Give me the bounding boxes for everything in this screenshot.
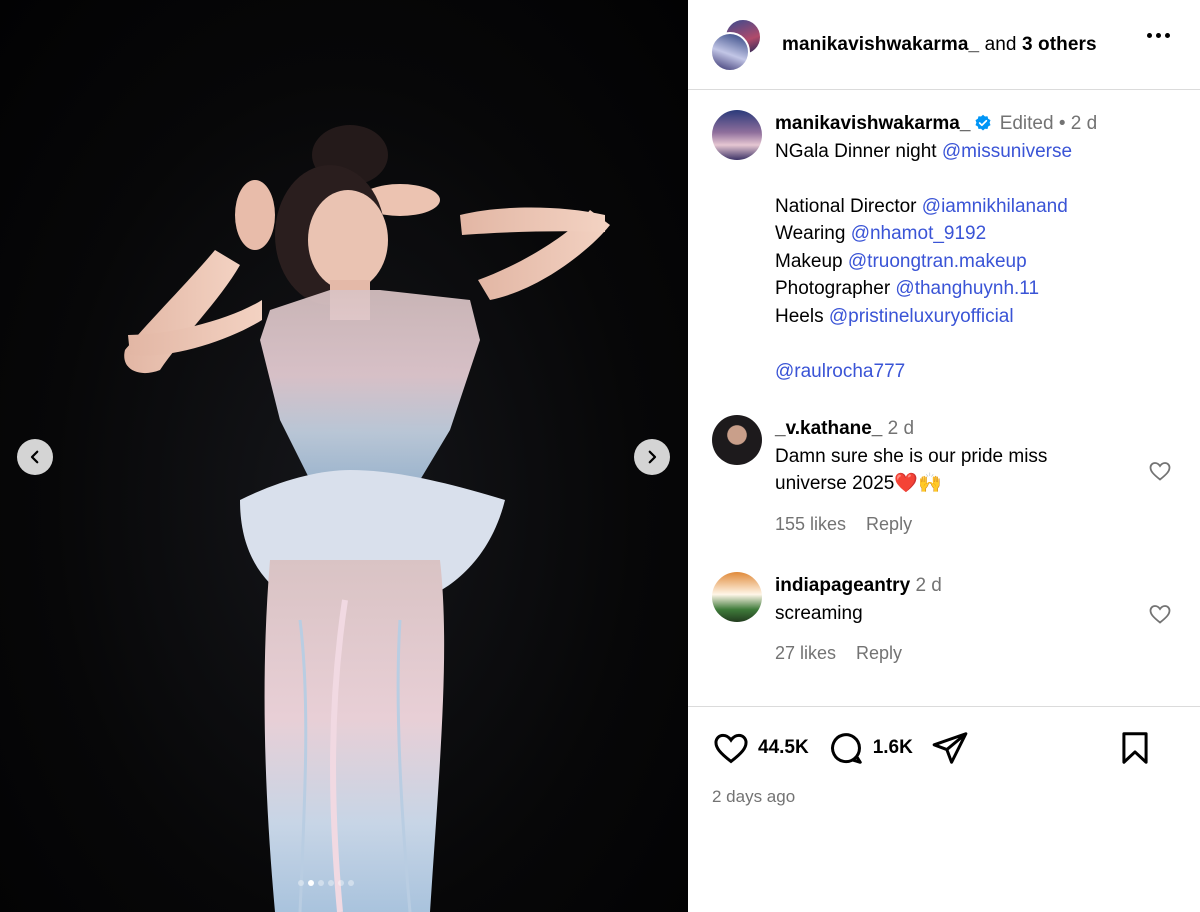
comment-likes[interactable]: 27 likes <box>775 640 836 668</box>
next-slide-button[interactable] <box>634 439 670 475</box>
caption: manikavishwakarma_ Edited • 2 d NGala Di… <box>712 110 1200 385</box>
and-text: and <box>984 33 1017 55</box>
post-footer: 44.5K 1.6K 2 days ago <box>688 707 1200 827</box>
caption-text: National Director <box>775 195 922 217</box>
mention-link[interactable]: @nhamot_9192 <box>851 223 987 244</box>
comment-icon <box>830 733 862 764</box>
avatar <box>710 31 750 72</box>
post-authors[interactable]: manikavishwakarma_ and 3 others <box>782 34 1097 56</box>
mention-link[interactable]: @pristineluxuryofficial <box>829 306 1014 327</box>
reply-button[interactable]: Reply <box>866 511 912 539</box>
chevron-right-icon <box>648 450 657 464</box>
post-header: manikavishwakarma_ and 3 others <box>688 0 1200 90</box>
post-sidebar: manikavishwakarma_ and 3 others manikavi… <box>688 0 1200 912</box>
bookmark-icon[interactable] <box>1116 729 1154 767</box>
avatar[interactable] <box>712 572 762 622</box>
share-button[interactable] <box>931 729 969 767</box>
caption-content: manikavishwakarma_ Edited • 2 d NGala Di… <box>775 110 1097 385</box>
carousel-indicator <box>298 880 354 886</box>
comment-button[interactable]: 1.6K <box>827 729 913 767</box>
caption-text: Wearing <box>775 223 851 244</box>
post-photo <box>124 125 610 912</box>
comment-content: indiapageantry 2 d screaming 27 likes Re… <box>775 572 942 668</box>
reply-button[interactable]: Reply <box>856 640 902 668</box>
caption-username[interactable]: manikavishwakarma_ <box>775 113 970 134</box>
post-timestamp: 2 days ago <box>712 787 796 806</box>
mention-link[interactable]: @raulrocha777 <box>775 361 905 382</box>
likes-count[interactable]: 44.5K <box>758 737 809 759</box>
mention-link[interactable]: @thanghuynh.11 <box>895 278 1039 299</box>
post-media[interactable] <box>0 0 688 912</box>
others-link[interactable]: 3 others <box>1022 34 1097 55</box>
comment-username[interactable]: _v.kathane_ <box>775 418 882 439</box>
carousel-dot <box>348 880 354 886</box>
comment-age: 2 d <box>887 418 915 439</box>
mention-link[interactable]: @iamnikhilanand <box>922 196 1068 217</box>
caption-text: Makeup <box>775 250 848 272</box>
carousel-dot <box>338 880 344 886</box>
comment: indiapageantry 2 d screaming 27 likes Re… <box>712 572 1200 668</box>
more-icon <box>1147 33 1152 38</box>
comment-text: universe 2025❤️🙌 <box>775 473 942 494</box>
caption-text: Heels <box>775 305 829 327</box>
comment-text: Damn sure she is our pride miss <box>775 445 1048 467</box>
carousel-dot <box>328 880 334 886</box>
author-username[interactable]: manikavishwakarma_ <box>782 34 979 55</box>
comments-section: manikavishwakarma_ Edited • 2 d NGala Di… <box>688 90 1200 707</box>
carousel-dot-active <box>308 880 314 886</box>
verified-icon <box>975 114 991 131</box>
comments-count: 1.6K <box>872 737 913 758</box>
previous-slide-button[interactable] <box>17 439 53 475</box>
caption-text: NGala Dinner night <box>775 140 942 162</box>
like-comment-heart-icon[interactable] <box>1148 459 1172 483</box>
collaborator-avatars[interactable] <box>710 17 764 72</box>
chevron-left-icon <box>30 450 39 464</box>
avatar[interactable] <box>712 415 762 465</box>
mention-link[interactable]: @truongtran.makeup <box>848 251 1027 272</box>
carousel-dot <box>318 880 324 886</box>
caption-age: 2 d <box>1070 113 1098 134</box>
like-button[interactable]: 44.5K <box>712 729 809 767</box>
like-comment-heart-icon[interactable] <box>1148 602 1172 626</box>
comment-content: _v.kathane_ 2 d Damn sure she is our pri… <box>775 415 1047 538</box>
comment: _v.kathane_ 2 d Damn sure she is our pri… <box>712 415 1200 538</box>
share-icon <box>932 732 968 764</box>
comment-likes[interactable]: 155 likes <box>775 511 846 539</box>
comment-username[interactable]: indiapageantry <box>775 575 910 596</box>
caption-text: Photographer <box>775 278 896 299</box>
heart-icon <box>714 733 748 764</box>
avatar[interactable] <box>712 110 762 160</box>
comment-age: 2 d <box>915 575 942 596</box>
mention-link[interactable]: @missuniverse <box>942 141 1072 162</box>
comment-text: screaming <box>775 602 863 624</box>
more-options-button[interactable] <box>1147 33 1170 38</box>
action-bar: 44.5K 1.6K <box>712 727 1176 769</box>
edited-label: Edited • <box>999 113 1066 134</box>
carousel-dot <box>298 880 304 886</box>
